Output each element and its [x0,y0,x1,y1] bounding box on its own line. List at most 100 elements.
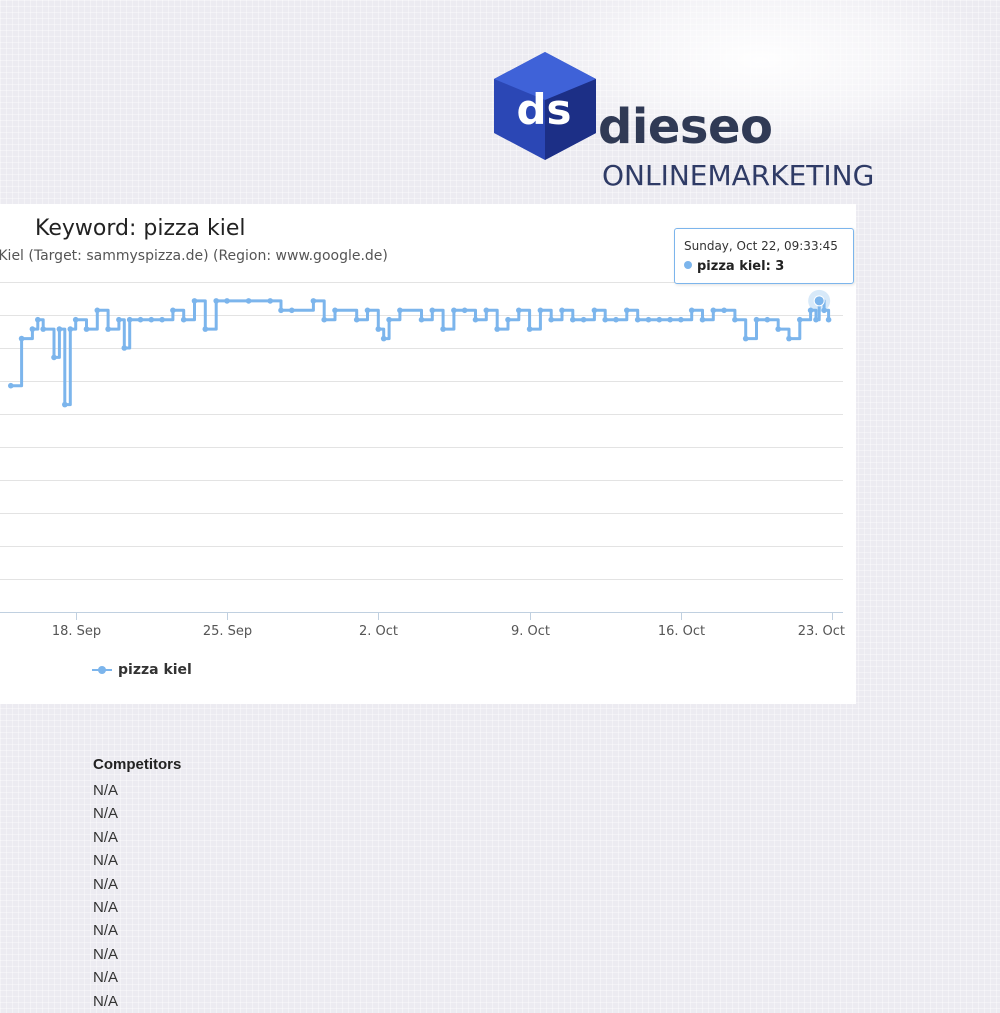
brand-tagline: ONLINEMARKETING [602,159,875,192]
legend-marker-icon [92,666,112,674]
data-point [570,316,576,323]
data-point [710,307,717,314]
logo-mark-text: ds [516,85,571,134]
competitor-item: N/A [93,922,119,940]
competitors-section: Competitors N/A N/A N/A N/A N/A N/A N/A N/A N/A N… [93,756,181,1013]
data-point [613,316,619,323]
data-point [278,307,284,314]
competitor-item: N/A [93,828,119,846]
data-point [94,307,101,314]
hover-point [813,295,825,307]
competitor-item: N/A [93,852,119,870]
data-point [310,298,317,304]
data-point [245,298,252,304]
data-point [742,335,749,342]
data-point [537,307,544,314]
ds-cube-icon: ds [494,52,596,160]
data-point [699,316,706,323]
data-point [72,316,79,323]
data-point [191,298,198,304]
chart-title: Keyword: pizza kiel [35,216,246,241]
data-point [159,316,165,323]
data-point [461,307,468,314]
data-point [267,298,274,304]
x-tick-label: 23. Oct [798,624,845,639]
data-point [202,326,209,332]
tooltip-value: pizza kiel: 3 [697,259,785,274]
data-point [380,335,387,342]
data-point [472,316,479,323]
data-point [51,354,57,361]
data-point [116,316,122,323]
data-point [418,316,425,323]
chart-subtitle: za Kiel (Target: sammyspizza.de) (Region… [0,248,388,264]
data-point [825,316,832,323]
data-point [364,307,371,314]
data-point [645,316,652,323]
data-point [18,335,25,342]
data-point [213,298,219,304]
tooltip-series-marker [684,261,692,269]
ranking-chart: 18. Sep 25. Sep 2. Oct 9. Oct 16. Oct 23. Oct… [0,204,856,704]
competitors-heading: Competitors [93,756,182,773]
data-point [440,326,446,332]
data-point [224,298,230,304]
dieseo-logo[interactable]: ds dieseo ONLINEMARKETING [492,50,942,192]
x-tick-label: 18. Sep [52,624,101,639]
data-point [332,307,338,314]
chart-grid [0,282,843,613]
data-point [634,316,641,323]
data-point [667,316,673,323]
competitor-item: N/A [93,898,119,916]
data-point [353,316,360,323]
data-point [105,326,111,332]
x-tick-label: 16. Oct [658,624,705,639]
data-point [678,316,684,323]
data-point [321,316,328,323]
data-point [505,316,511,323]
competitor-item: N/A [93,875,119,893]
data-point [121,345,128,351]
data-point [126,316,133,323]
data-point [775,326,781,332]
data-point [67,326,74,332]
data-point [721,307,727,314]
data-point [516,307,522,314]
data-point [764,316,771,323]
data-point [559,307,565,314]
series-line [10,299,831,407]
data-point [813,316,819,323]
x-tick-label: 9. Oct [511,624,550,639]
data-point [451,307,457,314]
data-point [797,316,803,323]
competitor-item: N/A [93,945,119,963]
x-tick-label: 2. Oct [359,624,398,639]
competitor-item: N/A [93,782,119,799]
data-point [180,316,187,323]
competitor-item: N/A [93,992,119,1010]
chart-tooltip: Sunday, Oct 22, 09:33:45 pizza kiel: 3 [674,228,854,284]
data-point [170,307,176,314]
competitor-item: N/A [93,969,119,987]
data-point [29,326,36,332]
data-point [375,326,382,332]
tooltip-value-row: pizza kiel: 3 [684,259,853,274]
competitors-list: N/A N/A N/A N/A N/A N/A N/A N/A N/A N/A [93,779,181,1013]
data-point [548,316,554,323]
data-point [753,316,760,323]
data-point [40,326,46,332]
data-point [62,401,68,408]
competitor-item: N/A [93,805,119,823]
data-point [289,307,295,314]
data-point [580,316,587,323]
data-point [386,316,392,323]
brand-name: dieseo [598,99,773,155]
data-point [732,316,738,323]
data-point [397,307,403,314]
data-point [786,335,792,342]
data-point [591,307,598,314]
x-tick-label: 25. Sep [203,624,252,639]
data-point [494,326,501,332]
data-point [656,316,663,323]
legend-label: pizza kiel [118,662,192,678]
